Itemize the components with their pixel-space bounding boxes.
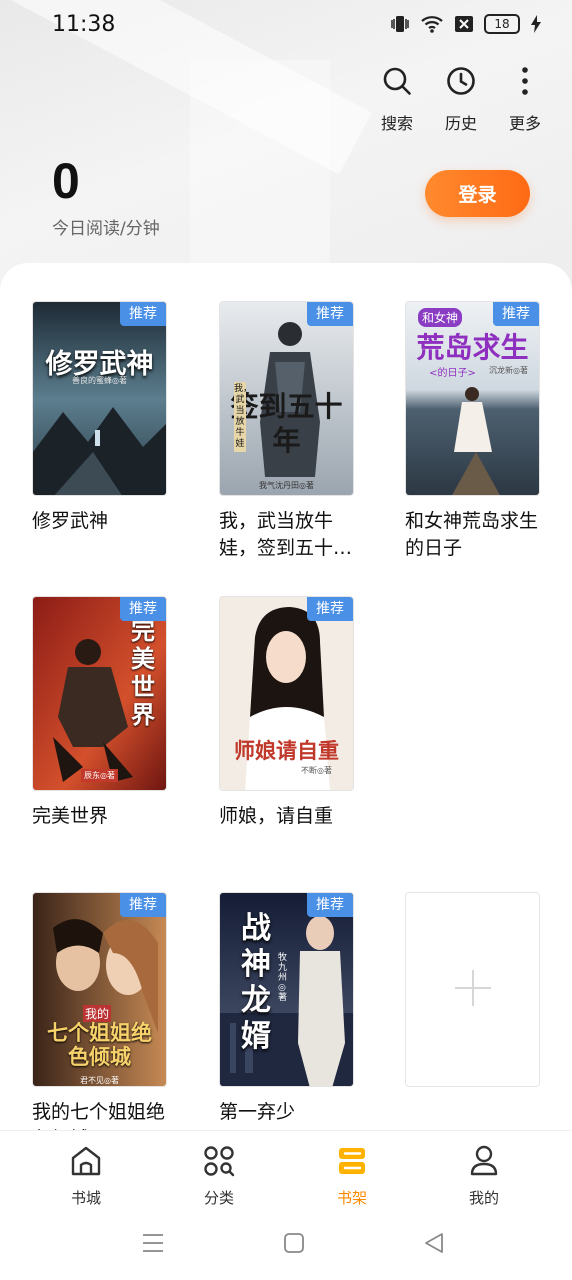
bookshelf-page: 11:38 18 搜索 历史 更多 0 今日阅读/分钟 登录 修罗武神 善良的蜜… xyxy=(0,0,572,1280)
book-cover: 师娘请自重 不断◎著 推荐 xyxy=(219,596,354,791)
history-label: 历史 xyxy=(444,114,477,133)
home-icon xyxy=(69,1145,103,1181)
cover-title: 七个姐姐绝色倾城 xyxy=(47,1020,152,1069)
nav-label: 书城 xyxy=(70,1189,101,1207)
history-button[interactable]: 历史 xyxy=(438,64,484,134)
cover-title: 师娘请自重 xyxy=(234,738,339,763)
battery-indicator: 18 xyxy=(484,14,520,34)
recommend-badge: 推荐 xyxy=(120,302,166,326)
search-icon xyxy=(380,64,414,98)
recommend-badge: 推荐 xyxy=(120,597,166,621)
more-vertical-icon xyxy=(508,64,542,98)
cover-title: 战神龙婿 xyxy=(241,911,271,1054)
more-label: 更多 xyxy=(508,114,541,133)
status-bar: 11:38 18 xyxy=(0,0,572,50)
nav-bookstore[interactable]: 书城 xyxy=(46,1145,126,1208)
book-cover: 和女神 荒岛求生 <的日子> 沉龙新◎著 推荐 xyxy=(405,301,540,496)
add-book-button[interactable] xyxy=(405,892,540,1087)
recommend-badge: 推荐 xyxy=(307,597,353,621)
bookshelf-panel: 修罗武神 善良的蜜蜂◎著 推荐 修罗武神 签到五十年 我，武当放牛娃 我气沈丹田… xyxy=(0,263,572,1143)
cover-author: 我气沈丹田◎著 xyxy=(259,481,314,490)
today-reading-label: 今日阅读/分钟 xyxy=(52,219,160,239)
status-time: 11:38 xyxy=(52,12,116,37)
book-cover: 修罗武神 善良的蜜蜂◎著 推荐 xyxy=(32,301,167,496)
cover-author: 辰东◎著 xyxy=(81,769,118,782)
cover-author: 牧九州◎著 xyxy=(278,953,288,1003)
cover-subtitle: 我，武当放牛娃 xyxy=(234,382,252,452)
more-button[interactable]: 更多 xyxy=(502,64,548,134)
bookshelf-icon xyxy=(336,1145,368,1181)
charging-icon xyxy=(530,14,542,34)
book-cover: 我的 七个姐姐绝色倾城 君不见◎著 推荐 xyxy=(32,892,167,1087)
book-title: 第一弃少 xyxy=(219,1101,296,1123)
nav-label: 分类 xyxy=(203,1189,234,1207)
cover-author: 善良的蜜蜂◎著 xyxy=(72,376,127,385)
book-title: 修罗武神 xyxy=(32,510,109,532)
nav-category[interactable]: 分类 xyxy=(179,1145,259,1208)
search-label: 搜索 xyxy=(380,114,413,133)
sim-off-icon xyxy=(454,14,474,34)
cover-subtitle: 和女神 xyxy=(418,308,463,327)
book-title: 我，武当放牛娃，签到五十… xyxy=(219,510,353,559)
menu-icon[interactable] xyxy=(142,1232,164,1258)
profile-icon xyxy=(468,1145,500,1181)
recommend-badge: 推荐 xyxy=(307,302,353,326)
book-title: 师娘，请自重 xyxy=(219,805,334,827)
category-icon xyxy=(203,1145,235,1181)
book-item[interactable]: 和女神 荒岛求生 <的日子> 沉龙新◎著 推荐 和女神荒岛求生的日子 xyxy=(405,301,541,562)
recommend-badge: 推荐 xyxy=(307,893,353,917)
top-actions: 搜索 历史 更多 xyxy=(374,64,548,134)
nav-label: 书架 xyxy=(336,1189,367,1207)
book-title: 和女神荒岛求生的日子 xyxy=(405,510,539,559)
book-cover: 完美世界 辰东◎著 推荐 xyxy=(32,596,167,791)
bottom-navigation: 书城 分类 书架 我的 xyxy=(0,1130,572,1210)
book-cover: 战神龙婿 牧九州◎著 推荐 xyxy=(219,892,354,1087)
system-navigation-bar xyxy=(0,1210,572,1280)
book-item[interactable]: 签到五十年 我，武当放牛娃 我气沈丹田◎著 推荐 我，武当放牛娃，签到五十… xyxy=(219,301,355,562)
recommend-badge: 推荐 xyxy=(493,302,539,326)
back-triangle-icon[interactable] xyxy=(423,1232,445,1258)
book-item[interactable]: 修罗武神 善良的蜜蜂◎著 推荐 修罗武神 xyxy=(32,301,168,535)
home-square-icon[interactable] xyxy=(283,1232,305,1258)
book-cover: 签到五十年 我，武当放牛娃 我气沈丹田◎著 推荐 xyxy=(219,301,354,496)
plus-icon xyxy=(453,968,493,1012)
cover-author: 不断◎著 xyxy=(301,766,332,775)
book-item[interactable]: 师娘请自重 不断◎著 推荐 师娘，请自重 xyxy=(219,596,355,830)
recommend-badge: 推荐 xyxy=(120,893,166,917)
vibrate-icon xyxy=(390,14,410,34)
nav-bookshelf[interactable]: 书架 xyxy=(312,1145,392,1208)
nav-label: 我的 xyxy=(468,1189,499,1207)
login-button[interactable]: 登录 xyxy=(425,170,530,217)
cover-author: 沉龙新◎著 xyxy=(489,366,528,375)
book-item[interactable]: 我的 七个姐姐绝色倾城 君不见◎著 推荐 我的七个姐姐绝色倾城 xyxy=(32,892,168,1143)
search-button[interactable]: 搜索 xyxy=(374,64,420,134)
cover-title: 荒岛求生 xyxy=(416,331,529,364)
today-reading-minutes: 0 xyxy=(52,153,80,209)
book-item[interactable]: 战神龙婿 牧九州◎著 推荐 第一弃少 xyxy=(219,892,355,1126)
book-item[interactable]: 完美世界 辰东◎著 推荐 完美世界 xyxy=(32,596,168,830)
cover-author: 君不见◎著 xyxy=(80,1076,119,1085)
wifi-icon xyxy=(420,14,444,34)
nav-profile[interactable]: 我的 xyxy=(444,1145,524,1208)
cover-title: 完美世界 xyxy=(131,616,155,729)
book-title: 完美世界 xyxy=(32,805,109,827)
clock-icon xyxy=(444,64,478,98)
